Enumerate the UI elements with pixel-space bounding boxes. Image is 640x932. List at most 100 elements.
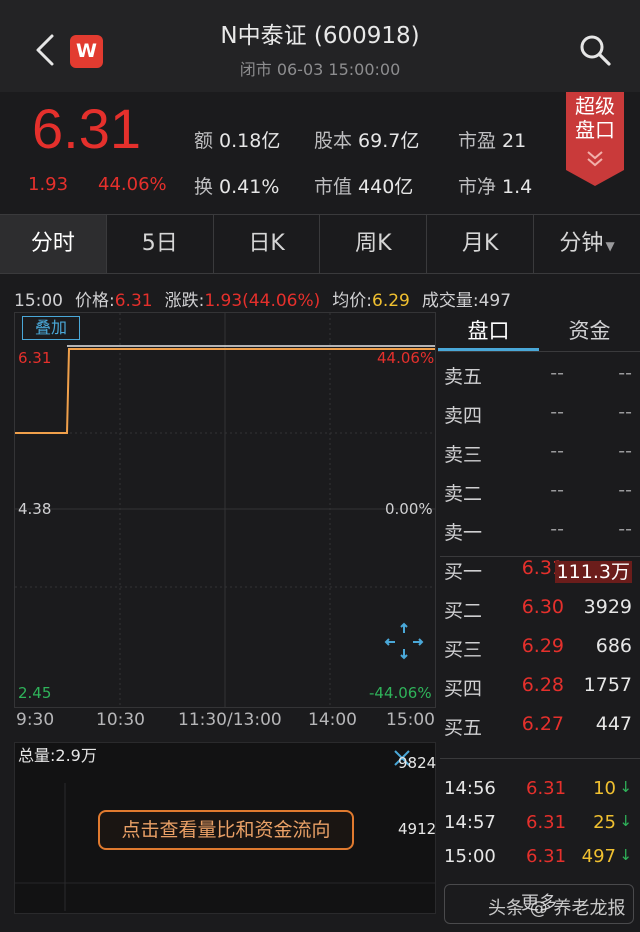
level-price: -- (550, 479, 564, 501)
badge-line-1: 超级 (575, 94, 615, 118)
level-price: 6.27 (521, 713, 564, 735)
stat-pb: 市净 1.4 (458, 176, 533, 198)
badge-line-2: 盘口 (575, 118, 615, 142)
level-label: 卖二 (444, 483, 483, 505)
panel-tabs: 盘口 资金 (438, 312, 640, 352)
y-axis-left-bottom: 2.45 (18, 684, 52, 702)
time-label-1400: 14:00 (308, 710, 357, 730)
level-volume: -- (618, 440, 632, 462)
level-label: 买三 (444, 639, 483, 661)
ask-row[interactable]: 卖二 -- -- (444, 479, 634, 518)
volume-axis-mid: 4912 (398, 820, 437, 838)
time-label-1130: 11:30/13:00 (178, 710, 282, 730)
tab-minute[interactable]: 分钟 ▼ (534, 215, 640, 273)
info-volume: 497 (478, 291, 512, 311)
level-volume: 447 (595, 713, 632, 735)
tick-price: 6.31 (526, 846, 567, 867)
tick-volume: 10 (593, 778, 616, 799)
level-label: 卖三 (444, 444, 483, 466)
info-price-label: 价格: (75, 291, 115, 311)
bid-row[interactable]: 买一 6.31 111.3万 (444, 557, 634, 596)
search-icon[interactable] (578, 33, 612, 67)
trade-tick-row: 15:00 6.31 497 ↓ (444, 846, 634, 880)
bid-row[interactable]: 买二 6.30 3929 (444, 596, 634, 635)
quote-summary: 6.31 1.93 44.06% 额 0.18亿 股本 69.7亿 市盈 21 换 0.… (0, 92, 640, 214)
trade-tick-row: 14:57 6.31 25 ↓ (444, 812, 634, 846)
ask-row[interactable]: 卖五 -- -- (444, 362, 634, 401)
tab-order-book[interactable]: 盘口 (438, 312, 539, 351)
y-axis-left-top: 6.31 (18, 349, 52, 367)
header-bar: W N中泰证 (600918) 闭市 06-03 15:00:00 (0, 0, 640, 92)
tab-daily-k[interactable]: 日K (214, 215, 321, 273)
overlay-button[interactable]: 叠加 (22, 316, 80, 340)
trade-tick-row: 14:56 6.31 10 ↓ (444, 778, 634, 812)
tick-price: 6.31 (526, 812, 567, 833)
stat-pe: 市盈 21 (458, 130, 527, 152)
tick-time: 14:56 (444, 778, 496, 799)
time-label-0930: 9:30 (16, 710, 55, 730)
down-arrow-icon: ↓ (619, 812, 632, 830)
level-label: 卖一 (444, 522, 483, 544)
chart-period-tabs: 分时 5日 日K 周K 月K 分钟 ▼ (0, 214, 640, 274)
info-change-label: 涨跌: (164, 291, 205, 311)
level-label: 卖四 (444, 405, 483, 427)
level-label: 买一 (444, 561, 483, 583)
crosshair-info-bar: 15:00 价格:6.31 涨跌:1.93(44.06%) 均价:6.29 成交量:49… (14, 286, 511, 311)
y-axis-right-mid: 0.00% (385, 500, 433, 518)
volume-ratio-button[interactable]: 点击查看量比和资金流向 (98, 810, 354, 850)
super-orderbook-label: 超级 盘口 (566, 94, 624, 142)
stat-turnover: 换 0.41% (194, 176, 280, 198)
level-price: -- (550, 401, 564, 423)
level-price: -- (550, 440, 564, 462)
total-volume: 总量:2.9万 (18, 746, 97, 765)
info-avg: 6.29 (372, 291, 410, 311)
fullscreen-icon[interactable] (384, 622, 424, 660)
level-volume: -- (618, 401, 632, 423)
level-price: -- (550, 362, 564, 384)
level-volume: -- (618, 518, 632, 540)
level-price: -- (550, 518, 564, 540)
stat-market-cap: 市值 440亿 (314, 176, 414, 198)
info-price: 6.31 (114, 291, 153, 311)
bid-row[interactable]: 买四 6.28 1757 (444, 674, 634, 713)
tab-monthly-k[interactable]: 月K (427, 215, 535, 273)
stat-share-capital: 股本 69.7亿 (314, 130, 420, 152)
info-volume-label: 成交量: (421, 291, 479, 311)
level-price: 6.28 (521, 674, 564, 696)
y-axis-left-mid: 4.38 (18, 500, 52, 518)
tick-volume: 25 (593, 812, 616, 833)
price-change-percent: 44.06% (98, 174, 167, 195)
level-volume: 3929 (583, 596, 632, 618)
level-volume: 111.3万 (554, 561, 632, 583)
watermark-text: 头条 @ 养老龙报 (488, 898, 626, 919)
level-label: 卖五 (444, 366, 483, 388)
tab-capital[interactable]: 资金 (539, 312, 640, 351)
level-label: 买五 (444, 717, 483, 739)
tick-price: 6.31 (526, 778, 567, 799)
stock-title: N中泰证 (600918) (220, 23, 420, 49)
market-status: 闭市 06-03 15:00:00 (239, 60, 401, 79)
tick-time: 15:00 (444, 846, 496, 867)
y-axis-right-top: 44.06% (377, 349, 435, 367)
down-arrow-icon: ↓ (619, 778, 632, 796)
tick-volume: 497 (581, 846, 616, 867)
tab-5day[interactable]: 5日 (107, 215, 214, 273)
tab-intraday[interactable]: 分时 (0, 215, 107, 273)
level-volume: -- (618, 362, 632, 384)
level-volume: -- (618, 479, 632, 501)
ask-row[interactable]: 卖四 -- -- (444, 401, 634, 440)
bid-row[interactable]: 买三 6.29 686 (444, 635, 634, 674)
info-change: 1.93(44.06%) (204, 291, 321, 311)
tab-weekly-k[interactable]: 周K (320, 215, 428, 273)
ask-row[interactable]: 卖一 -- -- (444, 518, 634, 557)
level-price: 6.29 (521, 635, 564, 657)
ask-row[interactable]: 卖三 -- -- (444, 440, 634, 479)
down-arrow-icon: ↓ (619, 846, 632, 864)
ticks-divider (440, 758, 640, 759)
intraday-chart[interactable] (14, 312, 436, 708)
level-price: 6.30 (521, 596, 564, 618)
price-chart-svg (15, 313, 435, 707)
level-volume: 686 (595, 635, 632, 657)
stat-amount: 额 0.18亿 (194, 130, 281, 152)
bid-row[interactable]: 买五 6.27 447 (444, 713, 634, 752)
